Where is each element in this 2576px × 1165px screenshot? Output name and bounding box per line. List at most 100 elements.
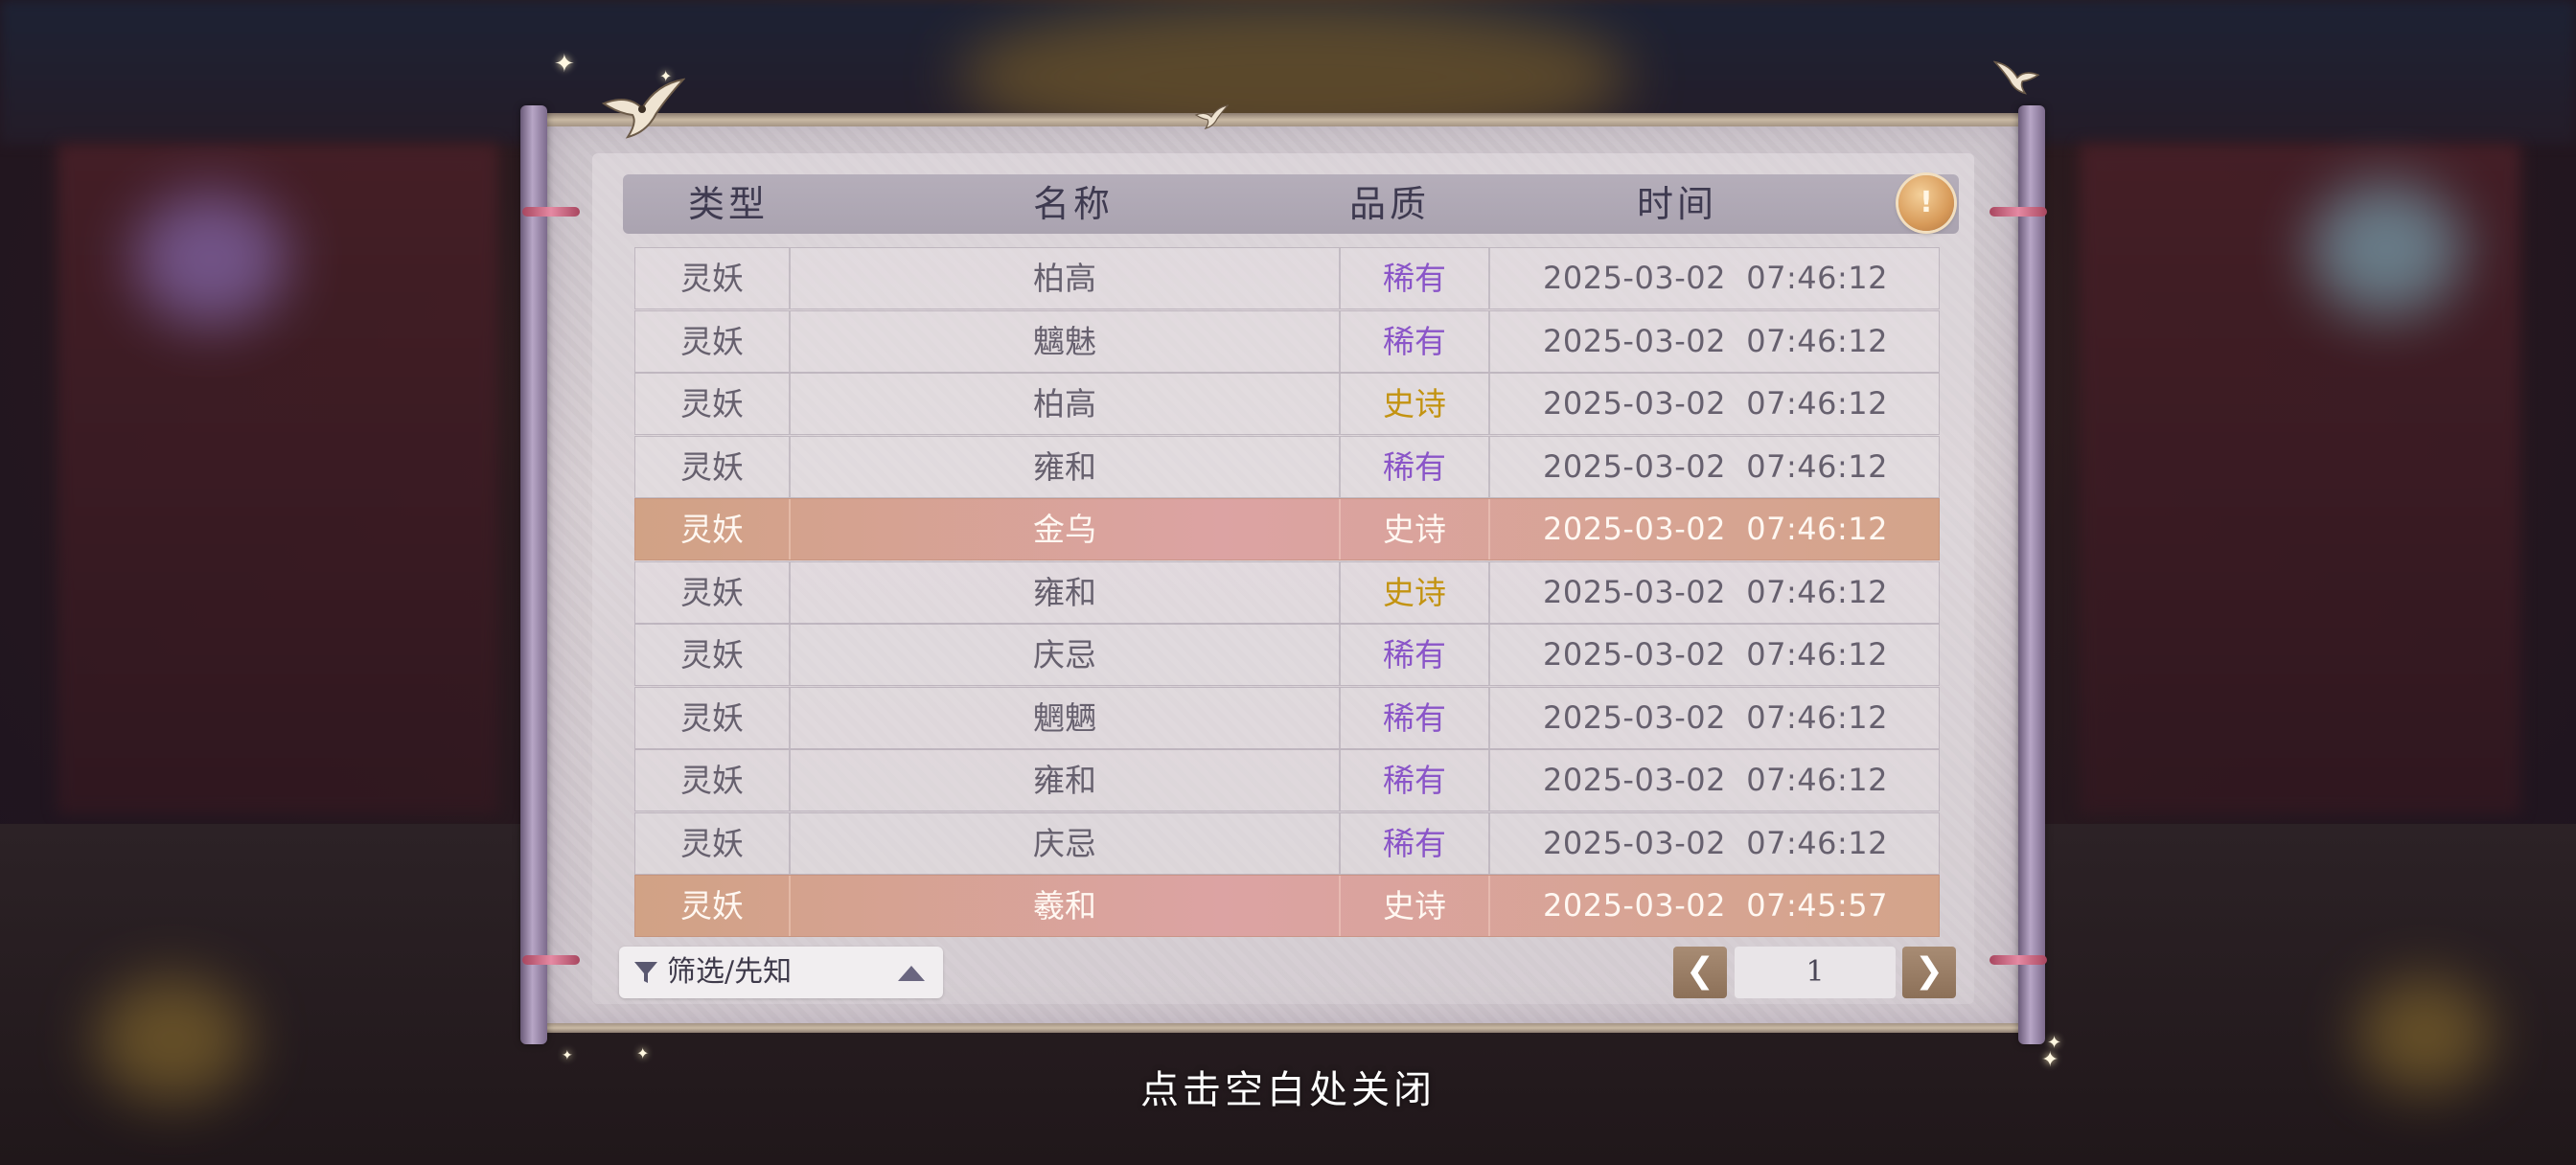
column-header-type: 类型 xyxy=(687,183,769,225)
cell-date: 2025-03-02 xyxy=(1542,448,1726,485)
info-button[interactable]: ! xyxy=(1898,175,1954,231)
column-header-time: 时间 xyxy=(1636,183,1717,225)
scroll-tie xyxy=(1990,207,2047,217)
cell-name: 柏高 xyxy=(791,248,1341,308)
cell-name: 庆忌 xyxy=(791,813,1341,874)
cell-quality: 稀有 xyxy=(1341,625,1490,685)
table-row: 灵妖 金乌 史诗 2025-03-02 07:46:12 xyxy=(634,498,1940,560)
cell-date: 2025-03-02 xyxy=(1542,825,1726,861)
cell-clock: 07:46:12 xyxy=(1746,448,1889,485)
cell-type: 灵妖 xyxy=(635,750,791,811)
cell-type: 灵妖 xyxy=(635,311,791,372)
table-row: 灵妖 庆忌 稀有 2025-03-02 07:46:12 xyxy=(634,812,1940,875)
cell-type: 灵妖 xyxy=(635,562,791,623)
cell-type: 灵妖 xyxy=(635,437,791,497)
cell-type: 灵妖 xyxy=(635,813,791,874)
cell-quality: 稀有 xyxy=(1341,688,1490,748)
cell-type: 灵妖 xyxy=(635,688,791,748)
sparkle-icon: ✦ xyxy=(636,1044,650,1062)
swallow-bird-icon xyxy=(601,78,685,139)
cell-clock: 07:46:12 xyxy=(1746,260,1889,296)
cell-time: 2025-03-02 07:46:12 xyxy=(1490,562,1941,623)
scroll-tie xyxy=(522,207,580,217)
cell-clock: 07:45:57 xyxy=(1746,887,1889,924)
scroll-top-edge xyxy=(546,113,2018,126)
table-row: 灵妖 魍魉 稀有 2025-03-02 07:46:12 xyxy=(634,687,1940,749)
cell-date: 2025-03-02 xyxy=(1542,385,1726,422)
cell-quality: 史诗 xyxy=(1341,499,1490,560)
table-row: 灵妖 雍和 史诗 2025-03-02 07:46:12 xyxy=(634,561,1940,624)
record-table: 灵妖 柏高 稀有 2025-03-02 07:46:12 灵妖 魑魅 稀有 2025-03-0… xyxy=(634,247,1940,937)
next-page-button[interactable]: ❯ xyxy=(1902,947,1956,998)
cell-time: 2025-03-02 07:45:57 xyxy=(1490,876,1941,936)
cell-type: 灵妖 xyxy=(635,876,791,936)
cell-time: 2025-03-02 07:46:12 xyxy=(1490,374,1941,434)
cell-name: 羲和 xyxy=(791,876,1341,936)
table-row: 灵妖 雍和 稀有 2025-03-02 07:46:12 xyxy=(634,436,1940,498)
cell-quality: 史诗 xyxy=(1341,374,1490,434)
cell-quality: 稀有 xyxy=(1341,813,1490,874)
scroll-rod-right xyxy=(2018,105,2045,1044)
column-header-quality: 品质 xyxy=(1348,183,1430,225)
swallow-bird-icon xyxy=(1993,60,2040,95)
close-hint: 点击空白处关闭 xyxy=(1140,1068,1436,1112)
table-header: 类型 名称 品质 时间 xyxy=(623,174,1959,234)
table-row: 灵妖 雍和 稀有 2025-03-02 07:46:12 xyxy=(634,749,1940,811)
scroll-tie xyxy=(1990,955,2047,965)
cell-quality: 稀有 xyxy=(1341,311,1490,372)
scroll-tie xyxy=(522,955,580,965)
sparkle-icon: ✦ xyxy=(659,67,673,85)
cell-clock: 07:46:12 xyxy=(1746,511,1889,547)
cell-clock: 07:46:12 xyxy=(1746,762,1889,798)
cell-quality: 史诗 xyxy=(1341,562,1490,623)
caret-up-icon xyxy=(898,966,925,981)
cell-time: 2025-03-02 07:46:12 xyxy=(1490,437,1941,497)
table-row: 灵妖 魑魅 稀有 2025-03-02 07:46:12 xyxy=(634,310,1940,373)
cell-name: 魑魅 xyxy=(791,311,1341,372)
cell-name: 庆忌 xyxy=(791,625,1341,685)
cell-name: 柏高 xyxy=(791,374,1341,434)
cell-date: 2025-03-02 xyxy=(1542,887,1726,924)
scroll-bottom-edge xyxy=(546,1023,2018,1033)
background-glow-left xyxy=(134,192,288,326)
cell-time: 2025-03-02 07:46:12 xyxy=(1490,625,1941,685)
cell-date: 2025-03-02 xyxy=(1542,636,1726,673)
cell-date: 2025-03-02 xyxy=(1542,574,1726,610)
previous-page-button[interactable]: ❮ xyxy=(1673,947,1727,998)
cell-name: 雍和 xyxy=(791,562,1341,623)
background-glow-right xyxy=(2310,182,2463,316)
cell-date: 2025-03-02 xyxy=(1542,323,1726,359)
cell-clock: 07:46:12 xyxy=(1746,323,1889,359)
table-row: 灵妖 庆忌 稀有 2025-03-02 07:46:12 xyxy=(634,624,1940,686)
cell-date: 2025-03-02 xyxy=(1542,511,1726,547)
cell-type: 灵妖 xyxy=(635,625,791,685)
cell-clock: 07:46:12 xyxy=(1746,385,1889,422)
cell-time: 2025-03-02 07:46:12 xyxy=(1490,499,1941,560)
cell-type: 灵妖 xyxy=(635,248,791,308)
cell-date: 2025-03-02 xyxy=(1542,260,1726,296)
scroll-rod-left xyxy=(520,105,547,1044)
page-number: 1 xyxy=(1735,947,1896,998)
filter-icon xyxy=(634,962,657,983)
cell-quality: 稀有 xyxy=(1341,248,1490,308)
swallow-bird-icon xyxy=(1194,104,1229,129)
cell-name: 雍和 xyxy=(791,750,1341,811)
cell-name: 金乌 xyxy=(791,499,1341,560)
cell-time: 2025-03-02 07:46:12 xyxy=(1490,311,1941,372)
sparkle-icon: ✦ xyxy=(554,50,575,79)
cell-quality: 稀有 xyxy=(1341,750,1490,811)
cell-type: 灵妖 xyxy=(635,499,791,560)
cell-date: 2025-03-02 xyxy=(1542,762,1726,798)
cell-name: 魍魉 xyxy=(791,688,1341,748)
cell-clock: 07:46:12 xyxy=(1746,699,1889,736)
cell-time: 2025-03-02 07:46:12 xyxy=(1490,750,1941,811)
cell-quality: 史诗 xyxy=(1341,876,1490,936)
filter-dropdown[interactable]: 筛选/先知 xyxy=(619,947,943,998)
cell-time: 2025-03-02 07:46:12 xyxy=(1490,688,1941,748)
column-header-name: 名称 xyxy=(1032,183,1114,225)
cell-time: 2025-03-02 07:46:12 xyxy=(1490,813,1941,874)
cell-name: 雍和 xyxy=(791,437,1341,497)
cell-clock: 07:46:12 xyxy=(1746,825,1889,861)
table-row: 灵妖 柏高 史诗 2025-03-02 07:46:12 xyxy=(634,373,1940,435)
cell-clock: 07:46:12 xyxy=(1746,574,1889,610)
